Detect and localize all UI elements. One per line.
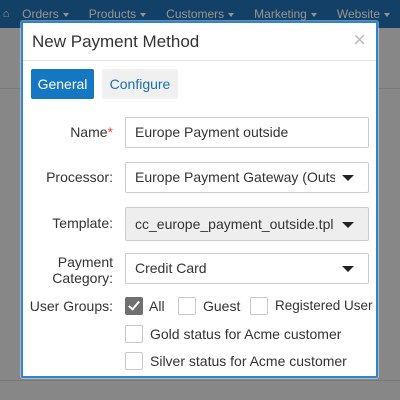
tab-configure[interactable]: Configure <box>102 69 178 99</box>
user-group-silver-label[interactable]: Silver status for Acme customer <box>150 353 347 369</box>
chevron-down-icon <box>342 266 354 272</box>
processor-select-value: Europe Payment Gateway (Outs <box>135 169 335 185</box>
processor-label: Processor: <box>46 169 113 185</box>
chevron-down-icon <box>342 175 354 181</box>
user-group-guest-label[interactable]: Guest <box>203 298 240 314</box>
user-group-gold-checkbox[interactable] <box>125 325 143 343</box>
tab-general[interactable]: General <box>31 69 94 99</box>
close-icon[interactable]: × <box>353 29 366 51</box>
name-input[interactable]: Europe Payment outside <box>125 117 369 148</box>
payment-category-label: Payment Category: <box>52 254 113 286</box>
user-group-silver-checkbox[interactable] <box>125 352 143 370</box>
user-group-all-checkbox[interactable] <box>125 297 143 315</box>
payment-category-select-value: Credit Card <box>135 260 207 276</box>
checkmark-icon <box>128 298 140 311</box>
template-select-value: cc_europe_payment_outside.tpl <box>135 216 334 232</box>
user-group-registered-checkbox[interactable] <box>250 297 268 315</box>
user-group-gold-label[interactable]: Gold status for Acme customer <box>150 326 341 342</box>
name-input-value: Europe Payment outside <box>135 124 289 140</box>
payment-category-select[interactable]: Credit Card <box>125 253 369 284</box>
dialog-title: New Payment Method <box>32 32 200 51</box>
processor-select[interactable]: Europe Payment Gateway (Outs <box>125 162 369 193</box>
user-group-registered-label[interactable]: Registered User <box>275 298 373 313</box>
user-group-guest-checkbox[interactable] <box>178 297 196 315</box>
template-select[interactable]: cc_europe_payment_outside.tpl <box>125 207 369 241</box>
new-payment-method-dialog: New Payment Method × General Configure N… <box>21 21 378 378</box>
user-group-all-label[interactable]: All <box>149 298 165 314</box>
template-label: Template: <box>52 215 113 231</box>
required-marker: * <box>107 124 113 140</box>
dialog-header: New Payment Method × <box>23 23 376 61</box>
chevron-down-icon <box>342 222 354 228</box>
name-label: Name* <box>70 124 113 140</box>
user-groups-label: User Groups: <box>29 298 113 314</box>
